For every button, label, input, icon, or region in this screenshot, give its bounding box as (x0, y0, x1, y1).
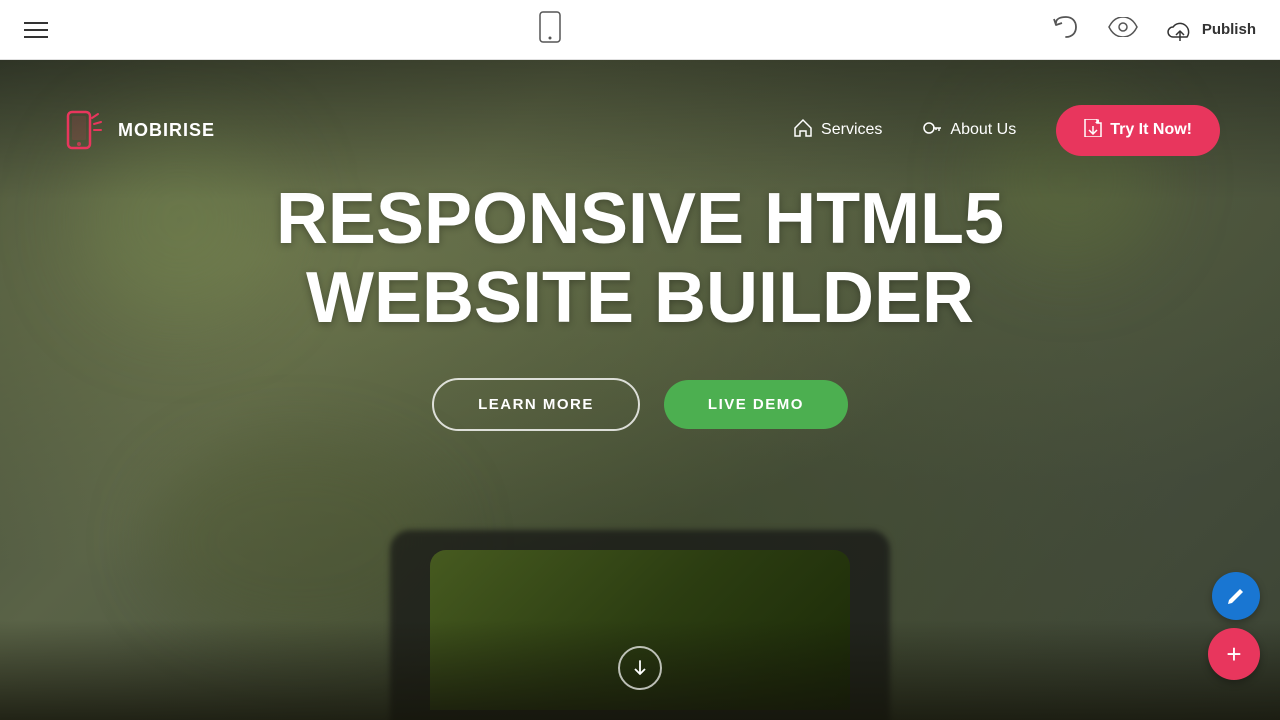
site-logo: MOBIRISE (60, 106, 215, 154)
try-btn-icon (1084, 119, 1102, 142)
publish-cloud-icon (1166, 16, 1194, 44)
add-icon: + (1226, 639, 1241, 670)
scroll-down-button[interactable] (618, 646, 662, 690)
site-nav: Services About Us (793, 105, 1220, 156)
logo-text: MOBIRISE (118, 120, 215, 141)
fab-add-button[interactable]: + (1208, 628, 1260, 680)
logo-icon (60, 106, 108, 154)
mobile-preview-icon[interactable] (539, 11, 561, 49)
hero-section: MOBIRISE Services (0, 60, 1280, 720)
about-us-label: About Us (950, 121, 1016, 139)
undo-icon[interactable] (1052, 15, 1080, 45)
live-demo-button[interactable]: LIVE DEMO (664, 380, 848, 429)
hero-title-line2: WEBSITE BUILDER (306, 258, 974, 338)
nav-services[interactable]: Services (793, 118, 882, 143)
site-navbar: MOBIRISE Services (0, 60, 1280, 200)
learn-more-button[interactable]: LEARN MORE (432, 378, 640, 431)
home-icon (793, 118, 813, 143)
try-it-now-button[interactable]: Try It Now! (1056, 105, 1220, 156)
publish-button[interactable]: Publish (1166, 16, 1256, 44)
toolbar-center (539, 11, 561, 49)
publish-label: Publish (1202, 21, 1256, 38)
toolbar-left (24, 22, 48, 38)
hero-content: RESPONSIVE HTML5 WEBSITE BUILDER LEARN M… (0, 180, 1280, 431)
key-icon (922, 118, 942, 143)
fab-edit-button[interactable] (1212, 572, 1260, 620)
website-area: MOBIRISE Services (0, 60, 1280, 720)
services-label: Services (821, 121, 882, 139)
hamburger-menu-icon[interactable] (24, 22, 48, 38)
toolbar: Publish (0, 0, 1280, 60)
toolbar-right: Publish (1052, 15, 1256, 45)
hero-buttons: LEARN MORE LIVE DEMO (432, 378, 848, 431)
hero-title: RESPONSIVE HTML5 WEBSITE BUILDER (276, 180, 1004, 338)
try-btn-label: Try It Now! (1110, 121, 1192, 139)
preview-eye-icon[interactable] (1108, 17, 1138, 43)
nav-about-us[interactable]: About Us (922, 118, 1016, 143)
